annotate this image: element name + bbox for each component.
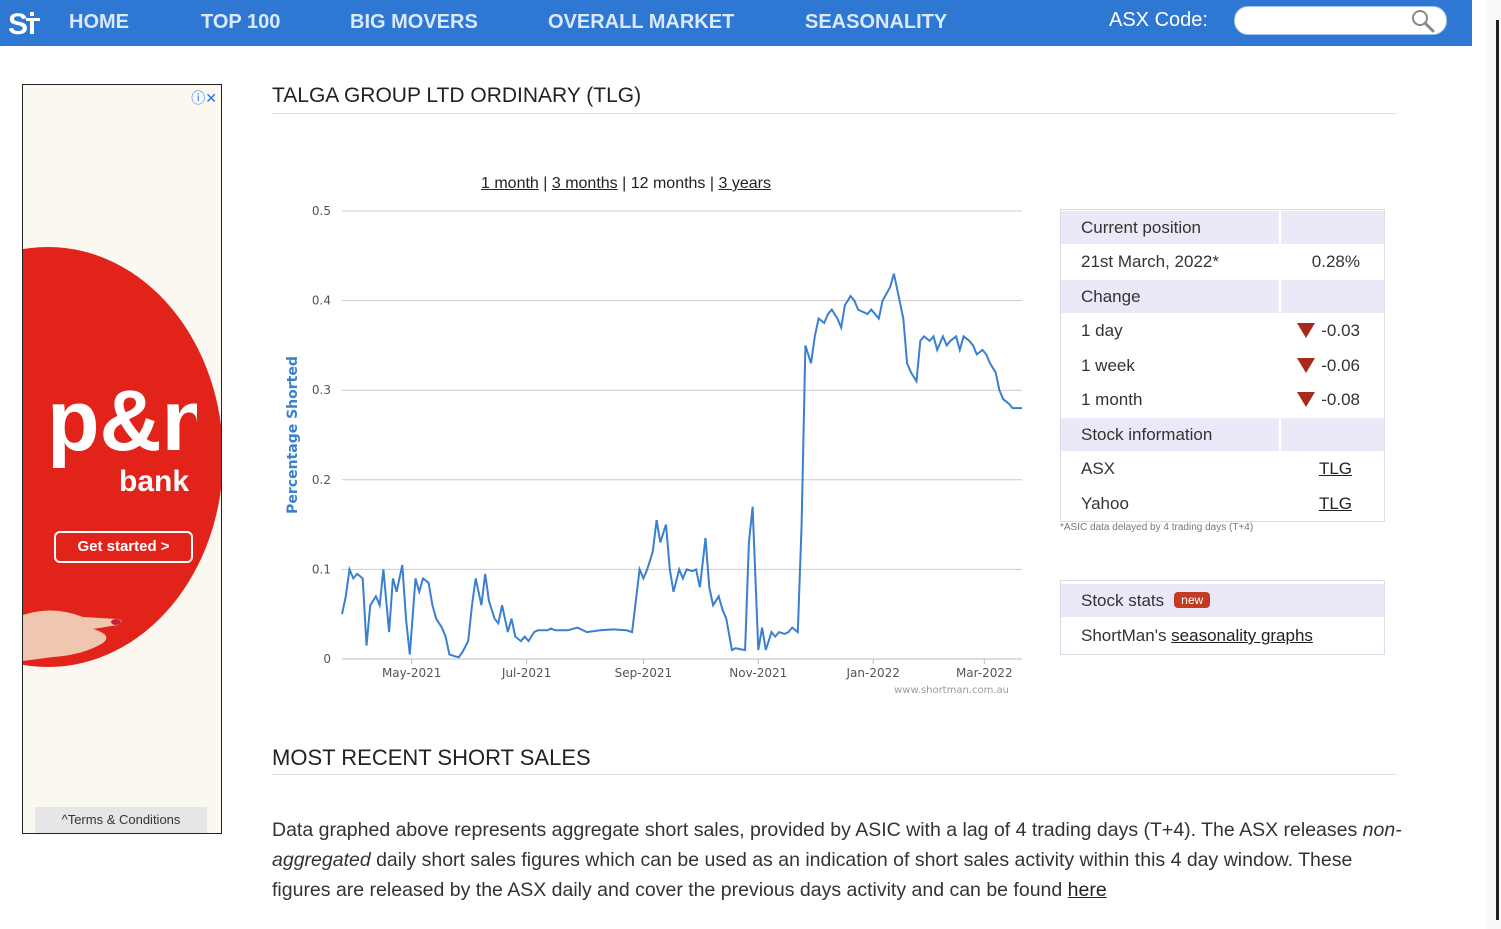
range-current-12-months: 12 months: [630, 175, 706, 192]
y-tick-label: 0.3: [312, 383, 331, 397]
range-link-3-months[interactable]: 3 months: [552, 175, 618, 192]
y-tick-label: 0.2: [312, 473, 331, 487]
seasonality-graphs-link[interactable]: seasonality graphs: [1171, 626, 1313, 645]
nav-top-100[interactable]: TOP 100: [201, 11, 280, 34]
ad-get-started-button[interactable]: Get started >: [54, 531, 193, 563]
desc-text-2: daily short sales figures which can be u…: [272, 849, 1353, 901]
stock-info-header-row: Stock information: [1061, 418, 1384, 451]
shortman-logo-icon[interactable]: S: [8, 6, 48, 40]
change-row-1-week: 1 week -0.06: [1061, 349, 1384, 382]
y-tick-label: 0.5: [312, 204, 331, 218]
change-header: Change: [1081, 287, 1141, 306]
search-icon[interactable]: [1410, 8, 1436, 34]
stock-stats-row: ShortMan's seasonality graphs: [1061, 619, 1384, 652]
range-separator: |: [538, 175, 552, 192]
series-line: [341, 273, 1022, 659]
page-title: TALGA GROUP LTD ORDINARY (TLG): [272, 84, 642, 107]
asic-delay-note: *ASIC data delayed by 4 trading days (T+…: [1060, 522, 1254, 533]
y-tick-label: 0.4: [312, 294, 331, 308]
stock-info-header: Stock information: [1081, 425, 1213, 444]
x-tick-label: Jan-2022: [846, 666, 900, 680]
x-tick-label: May-2021: [382, 666, 441, 680]
x-tick-label: Nov-2021: [729, 666, 787, 680]
section-title-short-sales: MOST RECENT SHORT SALES: [272, 745, 591, 770]
asx-tlg-link[interactable]: TLG: [1319, 459, 1352, 478]
range-link-3-years[interactable]: 3 years: [718, 175, 770, 192]
range-separator: |: [705, 175, 719, 192]
change-label: 1 week: [1081, 356, 1135, 375]
x-tick-label: Sep-2021: [615, 666, 673, 680]
title-divider: [272, 113, 1397, 114]
desc-text-1: Data graphed above represents aggregate …: [272, 819, 1363, 841]
down-arrow-icon: [1297, 323, 1316, 338]
chart-range-selector: 1 month | 3 months | 12 months | 3 years: [481, 175, 771, 193]
change-row-1-month: 1 month -0.08: [1061, 383, 1384, 416]
asx-short-sales-link[interactable]: here: [1068, 879, 1107, 901]
ad-choices-close-icon[interactable]: ⓘ✕: [191, 88, 217, 108]
stock-link-label: Yahoo: [1081, 494, 1129, 513]
x-tick-label: Mar-2022: [956, 666, 1013, 680]
pn-bank-logo: p&n bank: [47, 375, 197, 495]
svg-text:S: S: [8, 8, 28, 40]
ad-logo-sub-text: bank: [119, 465, 189, 495]
stock-stats-header-row: Stock stats new: [1061, 584, 1384, 617]
range-link-1-month[interactable]: 1 month: [481, 175, 539, 192]
change-value: -0.06: [1321, 356, 1360, 375]
short-sales-description: Data graphed above represents aggregate …: [272, 815, 1402, 905]
position-value: 0.28%: [1311, 252, 1360, 271]
position-date: 21st March, 2022*: [1081, 252, 1219, 271]
change-value: -0.03: [1321, 321, 1360, 340]
chart-watermark: www.shortman.com.au: [894, 685, 1009, 696]
y-tick-label: 0: [323, 652, 331, 666]
section-divider: [272, 774, 1397, 775]
nav-big-movers[interactable]: BIG MOVERS: [350, 11, 478, 34]
change-label: 1 day: [1081, 321, 1123, 340]
new-badge: new: [1174, 592, 1211, 608]
hand-illustration-icon: [23, 610, 122, 661]
x-tick-label: Jul-2021: [501, 666, 551, 680]
y-tick-label: 0.1: [312, 562, 331, 576]
asx-code-label: ASX Code:: [1109, 9, 1208, 31]
range-separator: |: [617, 175, 631, 192]
nav-overall-market[interactable]: OVERALL MARKET: [548, 11, 734, 34]
position-header-row: Current position: [1061, 211, 1384, 244]
advertisement-banner[interactable]: ⓘ✕ p&n bank Get started > ^Terms & Condi…: [22, 84, 222, 834]
down-arrow-icon: [1297, 392, 1316, 407]
change-label: 1 month: [1081, 390, 1143, 409]
short-position-chart: 0 0.1 0.2 0.3 0.4 0.5 May-2021 Jul-2021 Sep-202…: [285, 204, 1022, 696]
scrollbar-thumb[interactable]: [1496, 20, 1499, 920]
position-header: Current position: [1081, 218, 1202, 237]
down-arrow-icon: [1297, 358, 1316, 373]
position-current-row: 21st March, 2022* 0.28%: [1061, 245, 1384, 278]
change-value: -0.08: [1321, 390, 1360, 409]
change-row-1-day: 1 day -0.03: [1061, 314, 1384, 347]
stock-link-row-asx: ASX TLG: [1061, 452, 1384, 485]
ad-terms-link[interactable]: ^Terms & Conditions: [35, 807, 207, 833]
stock-link-row-yahoo: Yahoo TLG: [1061, 487, 1384, 520]
stats-line-prefix: ShortMan's: [1081, 626, 1172, 645]
stock-link-label: ASX: [1081, 459, 1116, 478]
ad-logo-brand-text: p&n: [47, 375, 197, 469]
yahoo-tlg-link[interactable]: TLG: [1319, 494, 1352, 513]
stock-stats-header: Stock stats: [1081, 591, 1165, 610]
change-header-row: Change: [1061, 280, 1384, 313]
y-axis-label: Percentage Shorted: [285, 356, 301, 514]
nav-home[interactable]: HOME: [69, 11, 129, 34]
nav-seasonality[interactable]: SEASONALITY: [805, 11, 947, 34]
